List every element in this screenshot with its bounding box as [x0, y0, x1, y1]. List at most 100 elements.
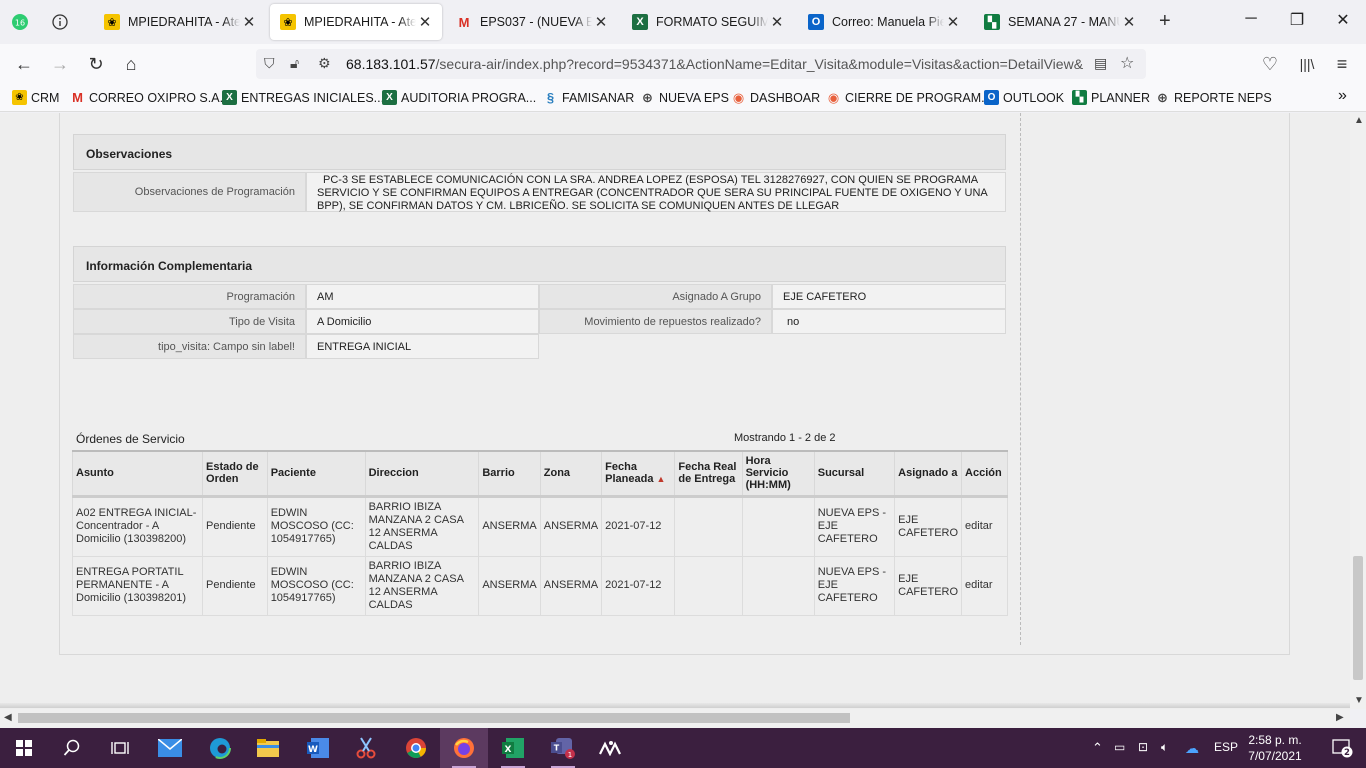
cell-asignado: EJE CAFETERO	[894, 555, 963, 616]
col-asunto[interactable]: Asunto	[71, 450, 204, 498]
bookmark-planner[interactable]: ▚ PLANNER	[1072, 90, 1150, 105]
edge-app[interactable]	[196, 728, 244, 768]
onedrive-icon[interactable]: ☁	[1185, 740, 1199, 757]
excel-app[interactable]: X	[489, 728, 537, 768]
anydesk-app[interactable]	[587, 728, 635, 768]
shield-icon[interactable]: ⛉	[264, 55, 275, 72]
tab-mpiedrahita-1[interactable]: ❀ MPIEDRAHITA - Atención ✕	[94, 4, 266, 40]
scroll-left-icon[interactable]: ◀	[4, 712, 12, 723]
editar-link[interactable]: editar	[965, 579, 993, 591]
col-fecha-real[interactable]: Fecha Real de Entrega	[674, 450, 743, 498]
network-icon[interactable]: ⊡	[1138, 740, 1148, 754]
extension-icon[interactable]: 16	[6, 8, 34, 36]
excel-icon: X	[632, 14, 648, 30]
col-hora[interactable]: Hora Servicio (HH:MM)	[741, 450, 815, 498]
bookmark-famisanar[interactable]: § FAMISANAR	[543, 90, 634, 105]
bookmark-cierre[interactable]: ◉ CIERRE DE PROGRAM...	[826, 90, 992, 105]
tab-planner[interactable]: ▚ SEMANA 27 - MANUELA ✕	[974, 4, 1146, 40]
scroll-up-icon[interactable]: ▲	[1354, 115, 1364, 126]
col-asignado[interactable]: Asignado a	[894, 450, 963, 498]
cell-fecha-real	[674, 555, 743, 616]
menu-icon[interactable]: ≡	[1329, 52, 1355, 76]
word-app[interactable]: W	[294, 728, 342, 768]
tab-excel[interactable]: X FORMATO SEGUIMIENTO ✕	[622, 4, 794, 40]
new-tab-button[interactable]: +	[1159, 10, 1171, 33]
tab-mpiedrahita-2[interactable]: ❀ MPIEDRAHITA - Atención ✕	[270, 4, 442, 40]
minimize-button[interactable]: ─	[1236, 10, 1266, 28]
close-window-button[interactable]: ✕	[1328, 10, 1358, 30]
search-icon	[63, 739, 80, 756]
library-icon[interactable]: |||\	[1294, 52, 1320, 76]
bookmark-outlook[interactable]: O OUTLOOK	[984, 90, 1064, 105]
planner-icon: ▚	[1072, 90, 1087, 105]
famisanar-icon: §	[546, 90, 555, 105]
restore-button[interactable]: ❐	[1282, 10, 1312, 30]
close-tab-icon[interactable]: ✕	[594, 13, 608, 31]
ordenes-count: Mostrando 1 - 2 de 2	[734, 432, 836, 444]
start-button[interactable]	[0, 728, 48, 768]
table-row: ENTREGA PORTATIL PERMANENTE - A Domicili…	[71, 555, 1008, 616]
tab-outlook[interactable]: O Correo: Manuela Piedrahita ✕	[798, 4, 970, 40]
reload-button[interactable]: ↻	[83, 52, 109, 76]
back-button[interactable]: ←	[11, 52, 37, 76]
url-bar[interactable]: ⛉ 🔓︎ ⚙ 68.183.101.57/secura-air/index.ph…	[256, 49, 1146, 79]
horizontal-scrollbar[interactable]: ◀ ▶	[0, 709, 1350, 728]
vertical-scrollbar[interactable]: ▲ ▼	[1350, 113, 1366, 709]
cell-asunto: ENTREGA PORTATIL PERMANENTE - A Domicili…	[71, 555, 204, 616]
reader-view-icon[interactable]: ▤	[1094, 55, 1107, 72]
col-paciente[interactable]: Paciente	[266, 450, 366, 498]
cell-sucursal: NUEVA EPS - EJE CAFETERO	[813, 495, 896, 557]
home-button[interactable]: ⌂	[118, 52, 144, 76]
mail-app[interactable]	[146, 728, 194, 768]
col-fecha-planeada[interactable]: Fecha Planeada ▲	[601, 450, 676, 498]
clock[interactable]: 2:58 p. m. 7/07/2021	[1240, 732, 1310, 764]
search-button[interactable]	[48, 728, 96, 768]
pocket-icon[interactable]: ♡	[1257, 52, 1283, 76]
snipping-tool-app[interactable]	[342, 728, 390, 768]
col-sucursal[interactable]: Sucursal	[813, 450, 896, 498]
bookmark-reporte-neps[interactable]: ⊕ REPORTE NEPS	[1155, 90, 1272, 105]
bookmark-entregas[interactable]: X ENTREGAS INICIALES....	[222, 90, 388, 105]
insecure-lock-icon[interactable]: 🔓︎	[290, 55, 299, 72]
permissions-icon[interactable]: ⚙	[318, 55, 331, 72]
chrome-app[interactable]	[392, 728, 440, 768]
teams-app[interactable]: T1	[539, 728, 587, 768]
volume-icon[interactable]: 🔈︎	[1161, 740, 1168, 755]
url-text[interactable]: 68.183.101.57/secura-air/index.php?recor…	[346, 56, 1086, 72]
bookmark-crm[interactable]: ❀ CRM	[12, 90, 59, 105]
col-zona[interactable]: Zona	[539, 450, 603, 498]
bookmark-star-icon[interactable]: ☆	[1120, 53, 1134, 73]
file-explorer-app[interactable]	[244, 728, 292, 768]
language-indicator[interactable]: ESP	[1214, 740, 1238, 754]
close-tab-icon[interactable]: ✕	[418, 13, 432, 31]
tab-gmail[interactable]: M EPS037 - (NUEVA EPS S ✕	[446, 4, 618, 40]
battery-icon[interactable]: ▭	[1114, 740, 1125, 754]
close-tab-icon[interactable]: ✕	[770, 13, 784, 31]
editar-link[interactable]: editar	[965, 520, 993, 532]
notifications-button[interactable]: 2	[1318, 728, 1366, 768]
tray-overflow-icon[interactable]: ⌃	[1092, 740, 1103, 756]
close-tab-icon[interactable]: ✕	[1122, 13, 1136, 31]
firefox-app[interactable]	[440, 728, 488, 768]
cell-fecha-planeada: 2021-07-12	[601, 495, 676, 557]
bookmark-auditoria[interactable]: X AUDITORIA PROGRA...	[382, 90, 536, 105]
globe-icon: ⊕	[642, 89, 653, 105]
forward-button[interactable]: →	[47, 52, 73, 76]
horizontal-scroll-thumb[interactable]	[18, 713, 850, 723]
col-direccion[interactable]: Direccion	[364, 450, 480, 498]
scroll-right-icon[interactable]: ▶	[1336, 712, 1344, 723]
close-tab-icon[interactable]: ✕	[946, 13, 960, 31]
svg-text:T: T	[554, 744, 560, 753]
ordenes-title: Órdenes de Servicio	[76, 432, 185, 446]
more-bookmarks-icon[interactable]: »	[1338, 87, 1347, 105]
info-icon[interactable]	[46, 8, 74, 36]
bookmark-correo[interactable]: M CORREO OXIPRO S.A.S	[70, 90, 231, 105]
bookmark-nueva-eps[interactable]: ⊕ NUEVA EPS	[640, 90, 729, 105]
col-estado[interactable]: Estado de Orden	[202, 450, 268, 498]
close-tab-icon[interactable]: ✕	[242, 13, 256, 31]
bookmark-dashboar[interactable]: ◉ DASHBOAR	[731, 90, 820, 105]
scroll-down-icon[interactable]: ▼	[1354, 695, 1364, 706]
col-barrio[interactable]: Barrio	[478, 450, 541, 498]
vertical-scroll-thumb[interactable]	[1353, 556, 1363, 680]
task-view-button[interactable]	[96, 728, 144, 768]
